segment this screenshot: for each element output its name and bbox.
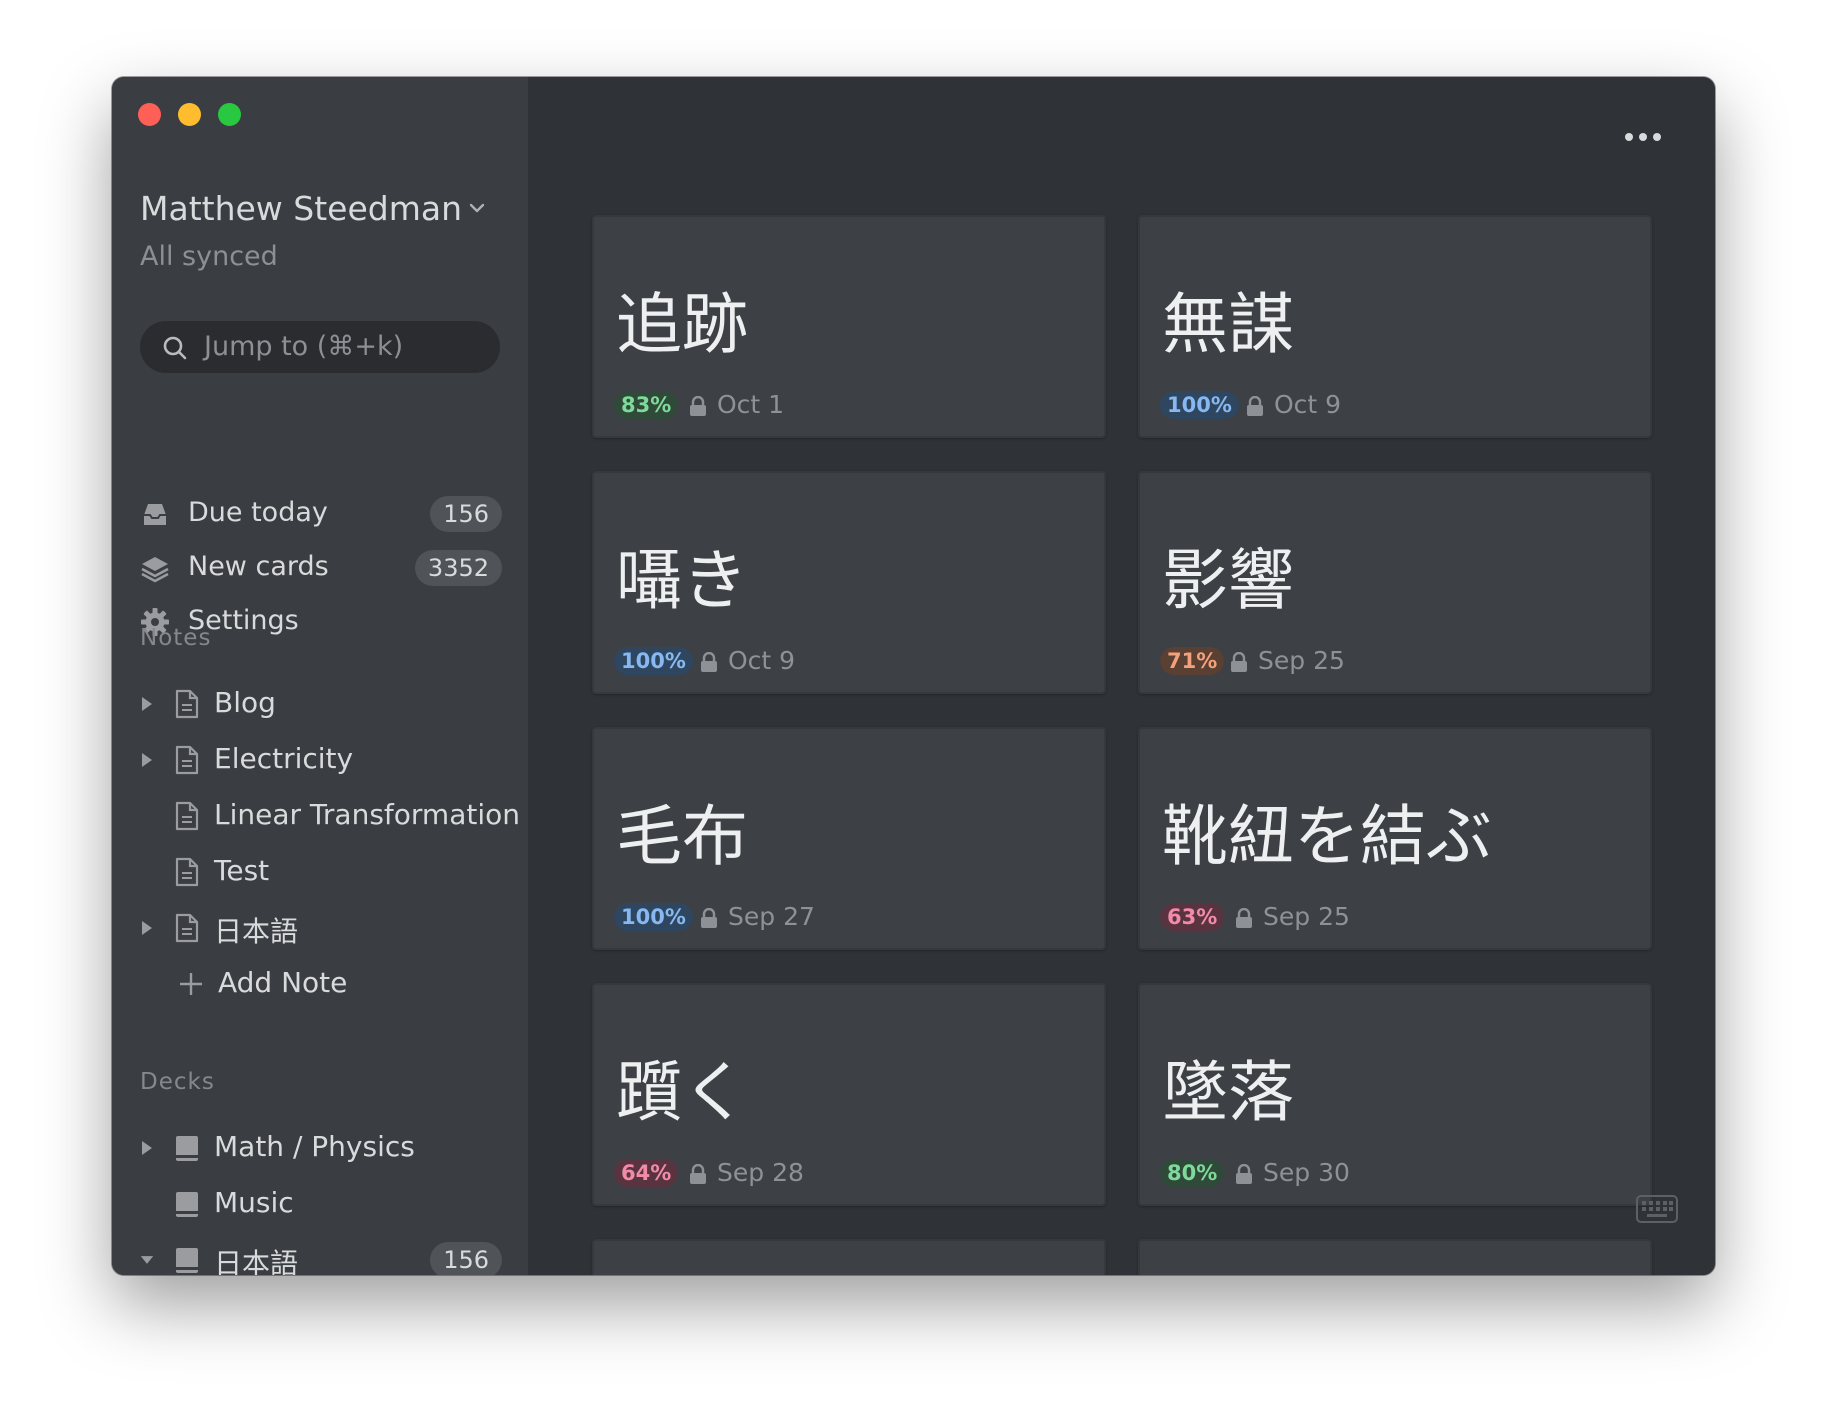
nav-due-today[interactable]: Due today 156 bbox=[140, 491, 502, 537]
sync-status: All synced bbox=[140, 241, 278, 272]
retention-badge: 100% bbox=[1160, 391, 1239, 419]
deck-item-math-physics[interactable]: Math / Physics bbox=[140, 1125, 502, 1171]
lock-icon bbox=[701, 908, 717, 928]
add-note-label: Add Note bbox=[218, 966, 348, 999]
lock-icon bbox=[690, 396, 706, 416]
note-label: Blog bbox=[214, 686, 276, 719]
card[interactable]: 影響 71% Sep 25 bbox=[1138, 471, 1652, 694]
document-icon bbox=[175, 857, 199, 887]
card[interactable]: 毛布 100% Sep 27 bbox=[592, 727, 1106, 950]
layers-icon bbox=[141, 557, 169, 583]
card-word: 靴紐を結ぶ bbox=[1162, 798, 1492, 875]
book-icon bbox=[176, 1248, 198, 1273]
card-word: 毛布 bbox=[616, 798, 748, 875]
collapse-arrow-icon[interactable] bbox=[140, 1251, 154, 1269]
expand-arrow-icon[interactable] bbox=[140, 919, 154, 937]
app-window: Matthew Steedman All synced Jump to (⌘+k… bbox=[112, 77, 1715, 1275]
due-date: Oct 1 bbox=[717, 390, 785, 419]
card[interactable]: 囁き 100% Oct 9 bbox=[592, 471, 1106, 694]
book-icon bbox=[176, 1136, 198, 1161]
expand-arrow-icon[interactable] bbox=[140, 751, 154, 769]
retention-badge: 64% bbox=[614, 1159, 679, 1187]
decks-heading: Decks bbox=[140, 1069, 215, 1095]
nav-label: Due today bbox=[188, 497, 328, 528]
note-label: Electricity bbox=[214, 742, 354, 775]
card-word: 影響 bbox=[1162, 542, 1294, 619]
card-word: 囁き bbox=[616, 542, 748, 619]
card[interactable]: 追跡 83% Oct 1 bbox=[592, 215, 1106, 438]
document-icon bbox=[175, 913, 199, 943]
jump-search[interactable]: Jump to (⌘+k) bbox=[140, 321, 500, 373]
minimize-window-button[interactable] bbox=[178, 103, 201, 126]
retention-badge: 83% bbox=[614, 391, 679, 419]
document-icon bbox=[175, 689, 199, 719]
keyboard-icon[interactable] bbox=[1636, 1195, 1678, 1223]
retention-badge: 100% bbox=[614, 903, 693, 931]
card-word: 躓く bbox=[616, 1054, 748, 1131]
card-word: 墜落 bbox=[1162, 1054, 1294, 1131]
close-window-button[interactable] bbox=[138, 103, 161, 126]
due-date: Sep 25 bbox=[1258, 646, 1345, 675]
deck-label: Math / Physics bbox=[214, 1130, 415, 1163]
expand-arrow-icon[interactable] bbox=[140, 695, 154, 713]
nav-new-cards[interactable]: New cards 3352 bbox=[140, 545, 502, 591]
card[interactable]: 躓く 64% Sep 28 bbox=[592, 983, 1106, 1206]
book-icon bbox=[176, 1192, 198, 1217]
search-icon bbox=[163, 336, 187, 360]
note-item-electricity[interactable]: Electricity bbox=[140, 737, 502, 783]
lock-icon bbox=[701, 652, 717, 672]
due-date: Sep 25 bbox=[1263, 902, 1350, 931]
zoom-window-button[interactable] bbox=[218, 103, 241, 126]
lock-icon bbox=[690, 1164, 706, 1184]
chevron-down-icon[interactable] bbox=[468, 201, 486, 215]
card-word: 追跡 bbox=[616, 286, 748, 363]
due-date: Oct 9 bbox=[728, 646, 796, 675]
note-label: Linear Transformation bbox=[214, 798, 520, 831]
card[interactable] bbox=[1138, 1239, 1652, 1275]
due-date: Oct 9 bbox=[1274, 390, 1342, 419]
card[interactable]: 墜落 80% Sep 30 bbox=[1138, 983, 1652, 1206]
deck-label: Music bbox=[214, 1186, 294, 1219]
retention-badge: 80% bbox=[1160, 1159, 1225, 1187]
lock-icon bbox=[1236, 1164, 1252, 1184]
add-note-button[interactable]: Add Note bbox=[140, 961, 502, 1007]
more-options-icon[interactable] bbox=[1623, 131, 1663, 143]
count-badge: 156 bbox=[430, 496, 502, 532]
plus-icon bbox=[180, 973, 202, 995]
due-date: Sep 30 bbox=[1263, 1158, 1350, 1187]
note-item-linear-transformation[interactable]: Linear Transformation bbox=[140, 793, 520, 839]
retention-badge: 100% bbox=[614, 647, 693, 675]
card[interactable] bbox=[592, 1239, 1106, 1275]
card-grid-area: 追跡 83% Oct 1 無謀 100% Oct 9 囁き 100% Oct 9… bbox=[528, 77, 1715, 1275]
lock-icon bbox=[1231, 652, 1247, 672]
sidebar: Matthew Steedman All synced Jump to (⌘+k… bbox=[112, 77, 528, 1275]
count-badge: 3352 bbox=[414, 550, 502, 586]
due-date: Sep 28 bbox=[717, 1158, 804, 1187]
deck-item-japanese[interactable]: 日本語 156 bbox=[140, 1237, 502, 1275]
document-icon bbox=[175, 801, 199, 831]
deck-item-music[interactable]: Music bbox=[140, 1181, 502, 1227]
due-date: Sep 27 bbox=[728, 902, 815, 931]
note-label: 日本語 bbox=[214, 915, 299, 948]
expand-arrow-icon[interactable] bbox=[140, 1139, 154, 1157]
retention-badge: 63% bbox=[1160, 903, 1225, 931]
document-icon bbox=[175, 745, 199, 775]
card[interactable]: 靴紐を結ぶ 63% Sep 25 bbox=[1138, 727, 1652, 950]
tray-icon bbox=[144, 504, 166, 525]
lock-icon bbox=[1236, 908, 1252, 928]
deck-label: 日本語 bbox=[214, 1247, 299, 1275]
card-word: 無謀 bbox=[1162, 286, 1294, 363]
nav-label: New cards bbox=[188, 551, 329, 582]
note-item-blog[interactable]: Blog bbox=[140, 681, 502, 727]
search-placeholder: Jump to (⌘+k) bbox=[204, 331, 404, 362]
note-label: Test bbox=[214, 854, 270, 887]
retention-badge: 71% bbox=[1160, 647, 1225, 675]
count-badge: 156 bbox=[430, 1242, 502, 1275]
user-name[interactable]: Matthew Steedman bbox=[140, 189, 462, 228]
note-item-test[interactable]: Test bbox=[140, 849, 502, 895]
card[interactable]: 無謀 100% Oct 9 bbox=[1138, 215, 1652, 438]
lock-icon bbox=[1247, 396, 1263, 416]
notes-heading: Notes bbox=[140, 625, 212, 651]
note-item-japanese[interactable]: 日本語 bbox=[140, 905, 502, 951]
